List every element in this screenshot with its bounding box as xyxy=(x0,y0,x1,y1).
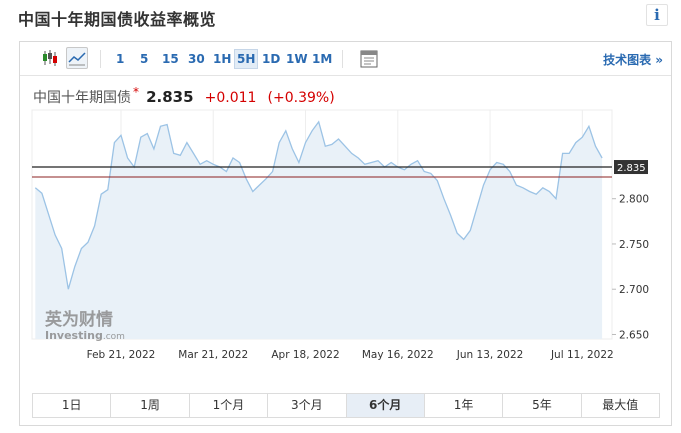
x-tick-label: Apr 18, 2022 xyxy=(271,349,339,361)
yield-chart[interactable]: 2.650 2.700 2.750 2.800 Feb 21, 2022 Mar 21,… xyxy=(20,42,671,392)
x-tick-label: May 16, 2022 xyxy=(362,349,434,361)
y-axis: 2.650 2.700 2.750 2.800 xyxy=(612,194,649,341)
period-1y-button[interactable]: 1年 xyxy=(425,394,504,417)
page-title: 中国十年期国债收益率概览 xyxy=(18,10,217,29)
watermark-cn: 英为财情 xyxy=(45,309,113,330)
watermark-en: Investing xyxy=(45,329,103,342)
x-axis: Feb 21, 2022 Mar 21, 2022 Apr 18, 2022 May … xyxy=(87,349,614,361)
x-tick-label: Mar 21, 2022 xyxy=(178,349,248,361)
period-1m-button[interactable]: 1个月 xyxy=(190,394,269,417)
period-3m-button[interactable]: 3个月 xyxy=(268,394,347,417)
period-6m-button[interactable]: 6个月 xyxy=(346,394,425,417)
y-tick-label: 2.650 xyxy=(619,329,649,341)
period-selector: 1日 1周 1个月 3个月 6个月 1年 5年 最大值 xyxy=(32,393,660,418)
y-tick-label: 2.800 xyxy=(619,194,649,206)
investing-watermark: 英为财情 Investing.com xyxy=(45,309,125,342)
period-1w-button[interactable]: 1周 xyxy=(111,394,190,417)
current-value-tag: 2.835 xyxy=(614,160,648,175)
chart-widget: 1 5 15 30 1H 5H 1D 1W 1M 技术图表 » 中国十年期国债 *… xyxy=(19,41,672,426)
y-tick-label: 2.700 xyxy=(619,284,649,296)
current-value-label: 2.835 xyxy=(617,163,646,174)
x-tick-label: Jul 11, 2022 xyxy=(550,349,614,361)
x-tick-label: Jun 13, 2022 xyxy=(456,349,524,361)
period-5y-button[interactable]: 5年 xyxy=(503,394,582,417)
watermark-suffix: .com xyxy=(103,332,125,342)
y-tick-label: 2.750 xyxy=(619,239,649,251)
period-max-button[interactable]: 最大值 xyxy=(582,394,659,417)
period-1d-button[interactable]: 1日 xyxy=(33,394,112,417)
x-tick-label: Feb 21, 2022 xyxy=(87,349,156,361)
info-button[interactable]: i xyxy=(646,4,668,26)
